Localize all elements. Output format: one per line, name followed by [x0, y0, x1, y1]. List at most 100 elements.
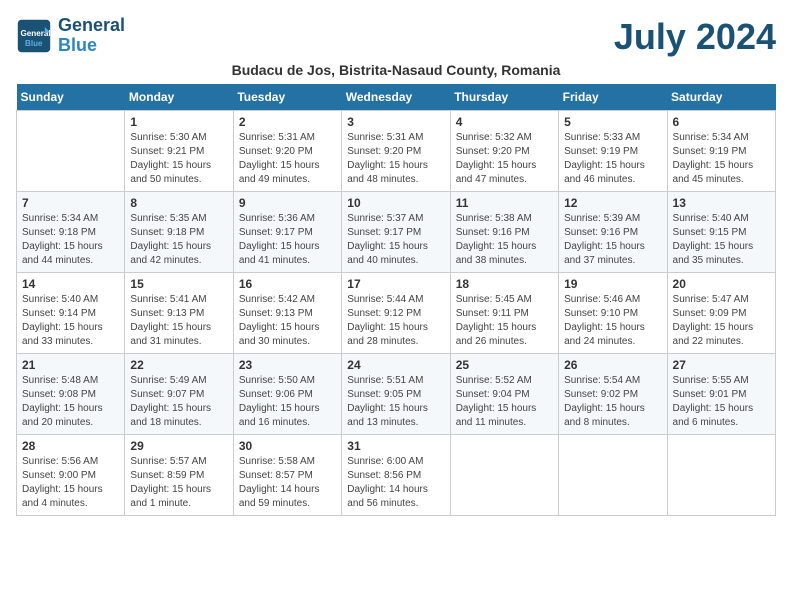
weekday-header-friday: Friday [559, 84, 667, 111]
day-info: Sunrise: 5:35 AM Sunset: 9:18 PM Dayligh… [130, 212, 227, 268]
day-number: 6 [673, 115, 770, 129]
day-info: Sunrise: 5:52 AM Sunset: 9:04 PM Dayligh… [456, 374, 553, 430]
day-number: 30 [239, 439, 336, 453]
calendar-cell: 22 Sunrise: 5:49 AM Sunset: 9:07 PM Dayli… [125, 354, 233, 435]
weekday-header-sunday: Sunday [17, 84, 125, 111]
day-info: Sunrise: 5:56 AM Sunset: 9:00 PM Dayligh… [22, 455, 119, 511]
calendar-cell: 18Sunrise: 5:45 AM Sunset: 9:11 PM Dayli… [450, 273, 558, 354]
calendar-cell: 7 Sunrise: 5:34 AM Sunset: 9:18 PM Daylig… [17, 192, 125, 273]
calendar-cell: 15 Sunrise: 5:41 AM Sunset: 9:13 PM Dayli… [125, 273, 233, 354]
calendar-cell [17, 111, 125, 192]
day-info: Sunrise: 5:30 AM Sunset: 9:21 PM Dayligh… [130, 131, 227, 187]
day-info: Sunrise: 5:50 AM Sunset: 9:06 PM Dayligh… [239, 374, 336, 430]
day-number: 3 [347, 115, 444, 129]
day-number: 22 [130, 358, 227, 372]
day-number: 26 [564, 358, 661, 372]
calendar-cell: 19Sunrise: 5:46 AM Sunset: 9:10 PM Dayli… [559, 273, 667, 354]
day-info: Sunrise: 5:40 AM Sunset: 9:14 PM Dayligh… [22, 293, 119, 349]
calendar-cell [450, 435, 558, 516]
week-row-5: 28 Sunrise: 5:56 AM Sunset: 9:00 PM Dayli… [17, 435, 776, 516]
day-number: 16 [239, 277, 336, 291]
day-info: Sunrise: 5:40 AM Sunset: 9:15 PM Dayligh… [673, 212, 770, 268]
calendar-cell: 1 Sunrise: 5:30 AM Sunset: 9:21 PM Daylig… [125, 111, 233, 192]
weekday-header-wednesday: Wednesday [342, 84, 450, 111]
week-row-3: 14 Sunrise: 5:40 AM Sunset: 9:14 PM Dayli… [17, 273, 776, 354]
calendar-cell: 17Sunrise: 5:44 AM Sunset: 9:12 PM Dayli… [342, 273, 450, 354]
weekday-header-thursday: Thursday [450, 84, 558, 111]
day-info: Sunrise: 6:00 AM Sunset: 8:56 PM Dayligh… [347, 455, 444, 511]
day-number: 19 [564, 277, 661, 291]
weekday-header-row: SundayMondayTuesdayWednesdayThursdayFrid… [17, 84, 776, 111]
calendar-cell [559, 435, 667, 516]
calendar-cell: 31 Sunrise: 6:00 AM Sunset: 8:56 PM Dayli… [342, 435, 450, 516]
calendar-cell: 3 Sunrise: 5:31 AM Sunset: 9:20 PM Daylig… [342, 111, 450, 192]
day-info: Sunrise: 5:42 AM Sunset: 9:13 PM Dayligh… [239, 293, 336, 349]
day-info: Sunrise: 5:38 AM Sunset: 9:16 PM Dayligh… [456, 212, 553, 268]
day-number: 14 [22, 277, 119, 291]
day-number: 7 [22, 196, 119, 210]
day-info: Sunrise: 5:39 AM Sunset: 9:16 PM Dayligh… [564, 212, 661, 268]
calendar-cell: 21 Sunrise: 5:48 AM Sunset: 9:08 PM Dayli… [17, 354, 125, 435]
calendar-cell: 28 Sunrise: 5:56 AM Sunset: 9:00 PM Dayli… [17, 435, 125, 516]
calendar-cell: 2Sunrise: 5:31 AM Sunset: 9:20 PM Daylig… [233, 111, 341, 192]
month-title: July 2024 [614, 16, 776, 58]
day-info: Sunrise: 5:36 AM Sunset: 9:17 PM Dayligh… [239, 212, 336, 268]
calendar-cell: 23Sunrise: 5:50 AM Sunset: 9:06 PM Dayli… [233, 354, 341, 435]
day-info: Sunrise: 5:32 AM Sunset: 9:20 PM Dayligh… [456, 131, 553, 187]
calendar-cell: 8Sunrise: 5:35 AM Sunset: 9:18 PM Daylig… [125, 192, 233, 273]
logo-text: General Blue [58, 16, 125, 56]
day-number: 29 [130, 439, 227, 453]
day-number: 28 [22, 439, 119, 453]
calendar-cell: 24 Sunrise: 5:51 AM Sunset: 9:05 PM Dayli… [342, 354, 450, 435]
day-info: Sunrise: 5:54 AM Sunset: 9:02 PM Dayligh… [564, 374, 661, 430]
location-title: Budacu de Jos, Bistrita-Nasaud County, R… [16, 62, 776, 78]
weekday-header-saturday: Saturday [667, 84, 775, 111]
day-number: 17 [347, 277, 444, 291]
calendar-cell: 30 Sunrise: 5:58 AM Sunset: 8:57 PM Dayli… [233, 435, 341, 516]
calendar-cell: 16 Sunrise: 5:42 AM Sunset: 9:13 PM Dayli… [233, 273, 341, 354]
day-number: 4 [456, 115, 553, 129]
day-number: 12 [564, 196, 661, 210]
calendar-cell: 6 Sunrise: 5:34 AM Sunset: 9:19 PM Daylig… [667, 111, 775, 192]
day-number: 21 [22, 358, 119, 372]
calendar-cell: 5Sunrise: 5:33 AM Sunset: 9:19 PM Daylig… [559, 111, 667, 192]
week-row-4: 21 Sunrise: 5:48 AM Sunset: 9:08 PM Dayli… [17, 354, 776, 435]
day-info: Sunrise: 5:33 AM Sunset: 9:19 PM Dayligh… [564, 131, 661, 187]
weekday-header-tuesday: Tuesday [233, 84, 341, 111]
calendar-cell: 13 Sunrise: 5:40 AM Sunset: 9:15 PM Dayli… [667, 192, 775, 273]
calendar-table: SundayMondayTuesdayWednesdayThursdayFrid… [16, 84, 776, 516]
day-info: Sunrise: 5:49 AM Sunset: 9:07 PM Dayligh… [130, 374, 227, 430]
week-row-1: 1 Sunrise: 5:30 AM Sunset: 9:21 PM Daylig… [17, 111, 776, 192]
day-number: 31 [347, 439, 444, 453]
day-info: Sunrise: 5:41 AM Sunset: 9:13 PM Dayligh… [130, 293, 227, 349]
day-info: Sunrise: 5:34 AM Sunset: 9:19 PM Dayligh… [673, 131, 770, 187]
day-number: 24 [347, 358, 444, 372]
day-number: 25 [456, 358, 553, 372]
calendar-cell: 25 Sunrise: 5:52 AM Sunset: 9:04 PM Dayli… [450, 354, 558, 435]
weekday-header-monday: Monday [125, 84, 233, 111]
logo-icon: General Blue [16, 18, 52, 54]
day-info: Sunrise: 5:48 AM Sunset: 9:08 PM Dayligh… [22, 374, 119, 430]
page-header: General Blue General Blue July 2024 [16, 16, 776, 58]
calendar-cell: 29Sunrise: 5:57 AM Sunset: 8:59 PM Dayli… [125, 435, 233, 516]
day-info: Sunrise: 5:55 AM Sunset: 9:01 PM Dayligh… [673, 374, 770, 430]
day-number: 15 [130, 277, 227, 291]
day-number: 20 [673, 277, 770, 291]
day-number: 27 [673, 358, 770, 372]
title-area: July 2024 [614, 16, 776, 58]
day-info: Sunrise: 5:45 AM Sunset: 9:11 PM Dayligh… [456, 293, 553, 349]
day-info: Sunrise: 5:51 AM Sunset: 9:05 PM Dayligh… [347, 374, 444, 430]
week-row-2: 7 Sunrise: 5:34 AM Sunset: 9:18 PM Daylig… [17, 192, 776, 273]
day-number: 10 [347, 196, 444, 210]
day-number: 1 [130, 115, 227, 129]
calendar-cell [667, 435, 775, 516]
calendar-cell: 27 Sunrise: 5:55 AM Sunset: 9:01 PM Dayli… [667, 354, 775, 435]
day-info: Sunrise: 5:47 AM Sunset: 9:09 PM Dayligh… [673, 293, 770, 349]
day-info: Sunrise: 5:31 AM Sunset: 9:20 PM Dayligh… [347, 131, 444, 187]
day-number: 13 [673, 196, 770, 210]
day-number: 2 [239, 115, 336, 129]
calendar-cell: 20 Sunrise: 5:47 AM Sunset: 9:09 PM Dayli… [667, 273, 775, 354]
day-info: Sunrise: 5:34 AM Sunset: 9:18 PM Dayligh… [22, 212, 119, 268]
day-info: Sunrise: 5:58 AM Sunset: 8:57 PM Dayligh… [239, 455, 336, 511]
calendar-cell: 9Sunrise: 5:36 AM Sunset: 9:17 PM Daylig… [233, 192, 341, 273]
